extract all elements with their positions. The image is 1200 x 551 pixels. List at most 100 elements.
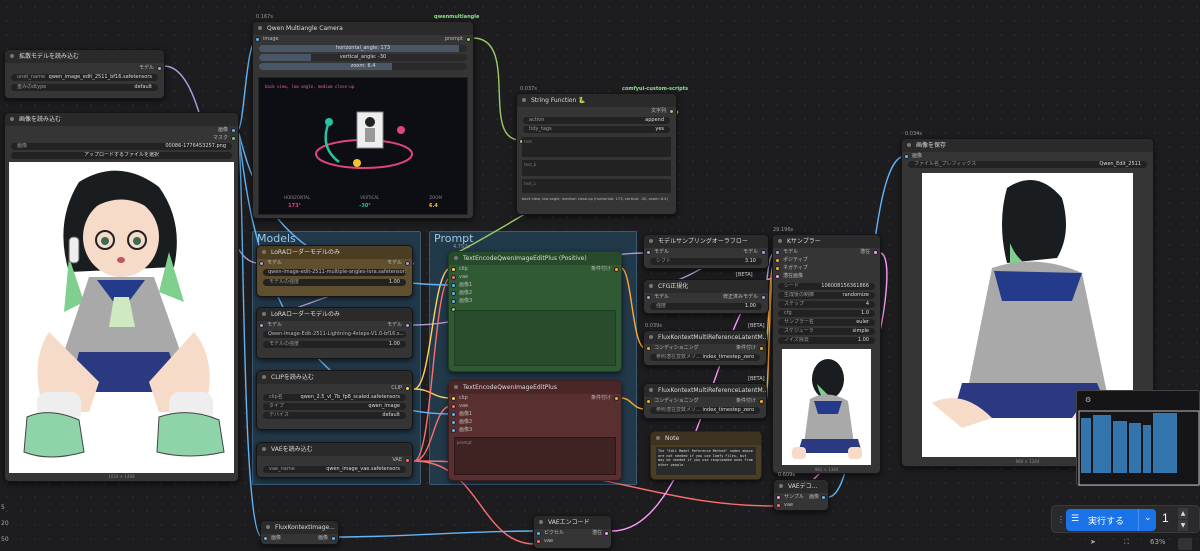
node-load-diffusion-model[interactable]: 拡散モデルを読み込む モデル unet_name qwen_image_edit_… [4,49,165,99]
scheduler-widget[interactable]: スケジューラ simple [778,328,875,335]
input-socket-clip[interactable] [451,396,456,401]
weight-dtype-widget[interactable]: 重みのdtype default [11,84,158,91]
camera-3d-viewport[interactable]: back view, low angle, medium close-up HO… [258,77,468,215]
node-ksampler[interactable]: Kサンプラー 潜在 モデル ポジティブ ネガティブ 潜在画像 シード 106008… [772,234,881,474]
seed-widget[interactable]: シード 106008156361866 [778,283,875,290]
input-socket-image2[interactable] [451,420,456,425]
node-flux-kontext-ref-2[interactable]: FluxKontextMultiReferenceLatentM... コンディ… [643,383,767,419]
output-socket-latent[interactable] [604,531,609,536]
model-strength-widget[interactable]: モデルの強度 1.00 [263,279,406,286]
input-socket-pixels[interactable] [536,531,541,536]
output-socket-conditioning[interactable] [614,396,619,401]
zoom-level[interactable]: 63% [1150,538,1166,546]
minimap[interactable]: ⚙ [1076,390,1200,486]
node-cfg-norm[interactable]: CFG正規化 モデル 修正済みモデル 強度 1.00 [643,279,769,314]
node-qwen-multiangle-camera[interactable]: Qwen Multiangle Camera image prompt hori… [252,21,474,219]
output-socket-conditioning[interactable] [759,346,764,351]
clip-name-widget[interactable]: clip名 qwen_2.5_vl_7b_fp8_scaled.safetenso… [263,394,406,401]
node-vae-encode[interactable]: VAEエンコード ピクセル vae 潜在 [533,515,612,549]
node-flux-kontext-image-scale[interactable]: FluxKontextImage... 画像 画像 [260,520,339,545]
chevron-down-icon[interactable]: ⌄ [1144,513,1152,523]
input-socket-model[interactable] [775,250,780,255]
input-socket-image2[interactable] [451,291,456,296]
input-socket-model[interactable] [259,323,264,328]
input-socket-negative[interactable] [775,266,780,271]
clip-device-widget[interactable]: デバイス default [263,412,406,419]
output-socket-model[interactable] [761,295,766,300]
link-visibility-toggle[interactable] [1178,538,1192,550]
prompt-textarea[interactable] [454,310,616,366]
input-socket-vae[interactable] [776,503,781,508]
tidy-tags-widget[interactable]: tidy_tags yes [523,126,670,133]
workflow-canvas[interactable]: Models Prompt 拡散モデルを読み込む モデル unet_name qw… [0,0,1200,551]
clip-type-widget[interactable]: タイプ qwen_image [263,403,406,410]
input-socket-image[interactable] [263,536,268,541]
upload-button[interactable]: アップロードするファイルを選択 [11,152,232,159]
action-widget[interactable]: action append [523,117,670,124]
horizontal-angle-slider[interactable]: horizontal_angle: 173 [259,45,467,52]
input-socket-image1[interactable] [451,412,456,417]
text-input[interactable]: text [522,137,671,157]
pointer-icon[interactable]: ➤ [1090,538,1096,546]
sampler-name-widget[interactable]: サンプラー名 euler [778,319,875,326]
node-flux-kontext-ref-1[interactable]: FluxKontextMultiReferenceLatentM... コンディ… [643,330,767,366]
camera-handle-vertical[interactable] [325,118,333,126]
input-socket-image3[interactable] [451,299,456,304]
node-load-clip[interactable]: CLIPを読み込む CLIP clip名 qwen_2.5_vl_7b_fp8_s… [256,370,413,430]
zoom-slider[interactable]: zoom: 6.4 [259,63,467,70]
output-socket-model[interactable] [761,250,766,255]
input-socket-conditioning[interactable] [646,346,651,351]
output-socket-conditioning[interactable] [759,399,764,404]
text-c-input[interactable]: text_c [522,179,671,193]
output-socket-prompt[interactable] [466,37,471,42]
cfg-widget[interactable]: cfg 1.0 [778,310,875,317]
reference-method-widget[interactable]: 参照潜在変数メソ... index_timestep_zero [650,407,760,414]
output-socket-image[interactable] [821,495,826,500]
lora-name-widget[interactable]: qwen-image-edit-2511-multiple-angles-lor… [263,269,406,276]
input-socket-vae[interactable] [451,275,456,280]
drag-handle-icon[interactable]: ⋮ [1057,515,1065,525]
vertical-angle-slider[interactable]: vertical_angle: -30 [259,54,467,61]
control-after-generate-widget[interactable]: 生成後の制御 randomize [778,292,875,299]
node-model-sampling-auraflow[interactable]: モデルサンプリングオーラフロー モデル モデル シフト 3.10 [643,234,769,269]
node-load-vae[interactable]: VAEを読み込む VAE vae_name qwen_image_vae.safe… [256,442,413,478]
input-socket-images[interactable] [904,154,909,159]
input-socket-samples[interactable] [776,495,781,500]
steps-widget[interactable]: ステップ 4 [778,301,875,308]
note-text[interactable]: The "Edit Model Reference Method" nodes … [656,447,756,475]
node-note[interactable]: Note The "Edit Model Reference Method" n… [650,431,762,480]
output-socket-string[interactable] [669,109,674,114]
node-string-function[interactable]: String Function 🐍 文字列 action append tidy_… [516,93,677,215]
batch-count-input[interactable]: 1 [1162,511,1169,525]
output-socket-clip[interactable] [405,386,410,391]
image-select-widget[interactable]: 画像 00086-1776453257.png [11,143,232,150]
input-socket-model[interactable] [646,250,651,255]
camera-handle-zoom[interactable] [353,159,361,167]
denoise-widget[interactable]: ノイズ除去 1.00 [778,337,875,344]
camera-handle-horizontal[interactable] [397,126,405,134]
shift-widget[interactable]: シフト 3.10 [650,258,762,265]
output-socket-latent[interactable] [873,250,878,255]
fit-view-icon[interactable]: ⛶ [1124,538,1129,547]
node-lora-loader-2[interactable]: LoRAローダーモデルのみ モデル モデル Qwen-Image-Edit-25… [256,307,413,359]
filename-prefix-widget[interactable]: ファイル名_プレフィックス Qwen_Edit_2511 [908,161,1147,168]
output-socket-conditioning[interactable] [614,267,619,272]
output-socket-model[interactable] [405,261,410,266]
input-socket-image1[interactable] [451,283,456,288]
node-lora-loader-1[interactable]: LoRAローダーモデルのみ モデル モデル qwen-image-edit-25… [256,245,413,297]
run-button[interactable]: ☰ 実行する ⌄ [1066,509,1156,531]
node-text-encode-negative[interactable]: TextEncodeQwenImageEditPlus 条件付け clip va… [448,380,622,481]
node-load-image[interactable]: 画像を読み込む 画像 マスク 画像 00086-1776453257.png アッ… [4,112,239,482]
output-socket[interactable] [157,66,162,71]
node-vae-decode[interactable]: VAEデコ... サンプル vae 画像 [773,479,829,511]
decrement-button[interactable]: ▼ [1178,520,1188,531]
unet-name-widget[interactable]: unet_name qwen_image_edit_2511_bf16.safet… [11,74,158,81]
strength-widget[interactable]: 強度 1.00 [650,303,762,310]
output-socket-model[interactable] [405,323,410,328]
text-b-input[interactable]: text_b [522,160,671,176]
input-socket-vae[interactable] [451,404,456,409]
input-socket-image3[interactable] [451,428,456,433]
input-socket-latent[interactable] [775,274,780,279]
reference-method-widget[interactable]: 参照潜在変数メソ... index_timestep_zero [650,354,760,361]
model-strength-widget[interactable]: モデルの強度 1.00 [263,341,406,348]
